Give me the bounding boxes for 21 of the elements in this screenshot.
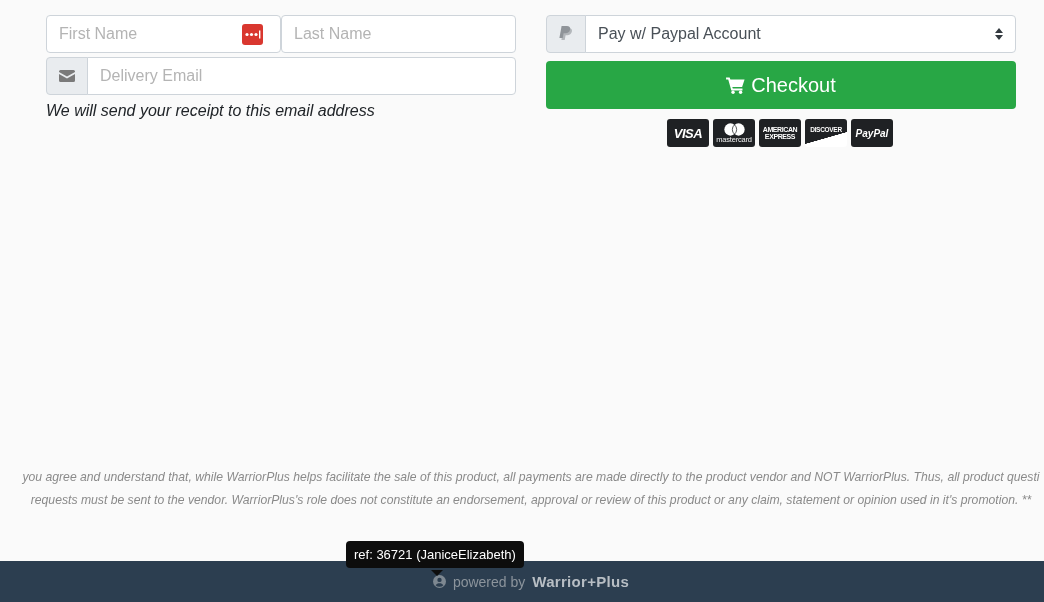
powered-by-text: powered by <box>452 573 526 590</box>
email-field[interactable]: Delivery Email <box>87 57 516 95</box>
payment-method-select[interactable]: Pay w/ Paypal Account <box>585 15 1016 53</box>
email-note: We will send your receipt to this email address <box>46 102 376 120</box>
disclaimer-text: you agree and understand that, while WarriorPlus helps facilitate the sale of this product, all payments are made directly to the product vendor and NOT WarriorPlus. Thus, all product questi <box>21 469 1041 486</box>
disclaimer-text: requests must be sent to the vendor. WarriorPlus's role does not constitute an endorsement, approval or review of this product or any claim, statement or opinion used in it's promotion. ** <box>29 492 1033 509</box>
tooltip-arrow-icon <box>431 570 443 576</box>
tooltip: ref: 36721 (JaniceElizabeth) <box>346 541 524 568</box>
brand-link[interactable]: Warrior+Plus <box>532 573 630 590</box>
first-name-field[interactable]: First Name <box>46 15 281 53</box>
up-down-caret-icon <box>995 28 1003 40</box>
envelope-icon <box>59 70 75 82</box>
cart-icon <box>726 76 746 94</box>
dots-icon[interactable] <box>242 24 263 45</box>
card-logo: PayPal <box>851 119 893 147</box>
last-name-field[interactable]: Last Name <box>281 15 516 53</box>
overlapping-circles-icon <box>723 122 745 136</box>
card-logo: VISA <box>667 119 709 147</box>
user-circle-icon <box>432 575 446 588</box>
paypal-icon <box>559 26 573 42</box>
checkout-button[interactable]: Checkout <box>546 61 1016 109</box>
